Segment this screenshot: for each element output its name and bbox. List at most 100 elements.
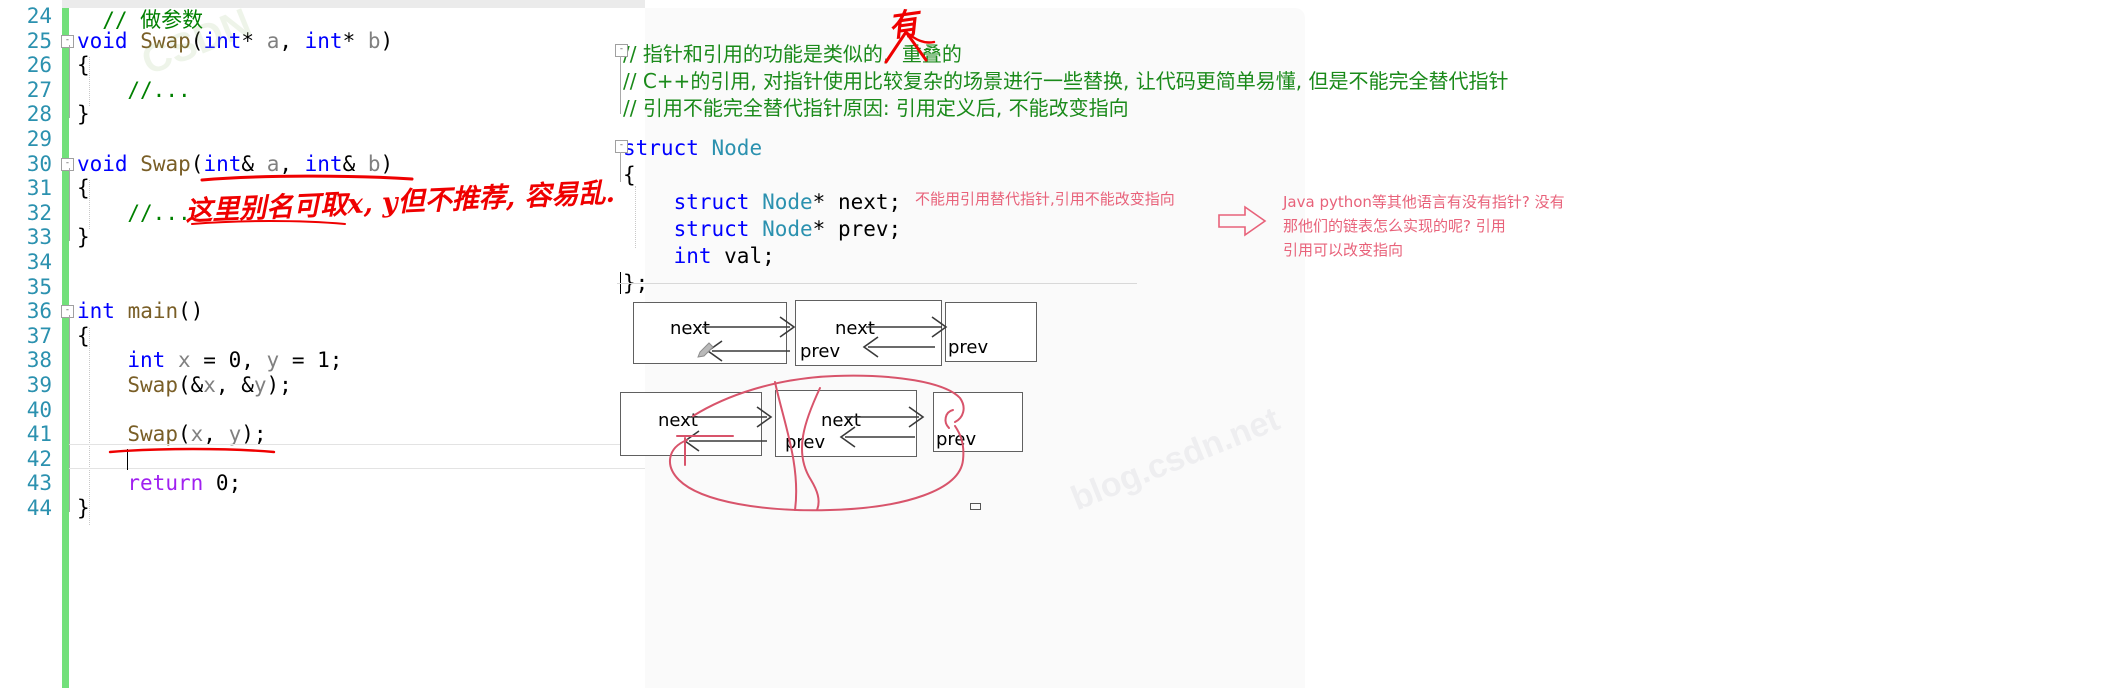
red-annotation-line-2: 那他们的链表怎么实现的呢? 引用 <box>1283 217 1506 235</box>
code-token: } <box>77 496 90 520</box>
line-number: 42 <box>26 446 52 471</box>
indent-guide <box>89 180 90 230</box>
code-token: void <box>77 151 141 176</box>
code-line[interactable]: Swap(&x, &y); <box>127 373 291 397</box>
handwritten-note-you: 有 <box>886 6 921 45</box>
code-token: { <box>623 163 636 187</box>
code-token: y <box>266 348 280 373</box>
code-line[interactable]: { <box>77 176 90 200</box>
fold-toggle-struct[interactable]: - <box>615 140 628 153</box>
code-line[interactable]: //... <box>127 78 190 102</box>
code-token: a <box>266 28 280 53</box>
code-token: void <box>77 28 141 53</box>
code-token: = <box>190 348 229 373</box>
code-token: //... <box>127 77 191 102</box>
code-text-area[interactable]: // 做参数 void Swap(int* a, int* b) -{//...} v… <box>61 0 645 688</box>
code-line[interactable]: //... <box>127 201 190 225</box>
scope-guide-comments <box>620 56 621 114</box>
code-line[interactable]: } <box>77 102 90 126</box>
struct-code-line: struct Node <box>623 136 762 160</box>
code-token: Node <box>762 190 813 214</box>
notes-pane[interactable]: // 指针和引用的功能是类似的, 重叠的// C++的引用, 对指针使用比较复杂… <box>615 0 2102 688</box>
line-number: 38 <box>26 348 52 373</box>
code-line[interactable]: Swap(x, y); <box>127 422 266 446</box>
code-token: Swap <box>140 28 191 53</box>
code-token: { <box>77 323 90 348</box>
line-number: 26 <box>26 53 52 78</box>
line-number: 28 <box>26 102 52 127</box>
code-token: Swap <box>140 151 191 176</box>
code-token: //... <box>127 200 191 225</box>
code-token: x <box>190 422 204 447</box>
fold-toggle[interactable]: - <box>61 157 74 171</box>
line-number: 25 <box>26 28 52 53</box>
code-token: struct <box>673 217 750 241</box>
code-token: val; <box>711 244 775 268</box>
code-token: b <box>367 28 381 53</box>
code-line[interactable]: } <box>77 496 90 520</box>
scope-guide <box>69 167 70 242</box>
code-token: * <box>342 28 368 53</box>
change-indicator-bar <box>62 8 69 688</box>
code-token: Node <box>711 136 763 160</box>
indent-guide <box>89 327 90 525</box>
node-label-top-next-1: next <box>670 318 710 339</box>
code-token: ); <box>241 422 267 447</box>
code-token: ); <box>266 373 292 397</box>
code-token: , <box>279 151 305 176</box>
code-line[interactable]: void Swap(int& a, int& b) <box>77 152 393 176</box>
note-comment-line: // C++的引用, 对指针使用比较复杂的场景进行一些替换, 让代码更简单易懂,… <box>623 69 1509 93</box>
line-number: 27 <box>26 77 52 102</box>
code-token: x <box>203 373 216 397</box>
node-label-top-next-2: next <box>835 318 875 339</box>
code-token: , <box>241 348 267 373</box>
struct-code-line: struct Node* prev; <box>623 217 902 241</box>
fold-toggle[interactable]: - <box>61 34 74 48</box>
code-line[interactable]: return 0; <box>127 471 241 495</box>
code-line[interactable]: int main() <box>77 299 203 323</box>
code-line[interactable]: } <box>77 225 90 249</box>
line-number: 44 <box>26 496 52 520</box>
code-token: Swap <box>127 422 178 447</box>
node-box-top-1 <box>633 302 787 364</box>
code-line[interactable]: { <box>77 53 90 77</box>
code-token: , <box>203 422 229 447</box>
code-token: ( <box>190 28 204 53</box>
red-annotation-line-1: Java python等其他语言有没有指针? 没有 <box>1283 193 1565 211</box>
code-token: ) <box>380 151 394 176</box>
code-token: (& <box>177 373 204 397</box>
code-token: & <box>241 151 267 176</box>
line-number: 24 <box>26 4 52 28</box>
code-token: main <box>127 299 179 324</box>
code-token: ; <box>329 348 343 373</box>
code-line[interactable]: void Swap(int* a, int* b) <box>77 29 393 53</box>
line-number: 41 <box>26 422 52 447</box>
line-number: 33 <box>26 225 52 250</box>
code-line[interactable]: int x = 0, y = 1; <box>127 348 342 372</box>
section-divider <box>617 283 1137 284</box>
current-line-highlight-bottom <box>69 468 645 470</box>
diagram-marker-square <box>970 503 981 510</box>
node-label-bot-prev-2: prev <box>936 429 977 450</box>
line-number: 30 <box>26 151 52 176</box>
code-token: = <box>279 348 318 373</box>
line-number: 37 <box>26 323 52 348</box>
struct-code-line: int val; <box>623 244 775 268</box>
code-token: * prev; <box>812 217 902 241</box>
line-number-gutter[interactable]: 24 25 26 27 28 29 30 31 32 33 34 35 36 37 38 39 40 41 42 43… <box>0 0 62 688</box>
code-token: int <box>203 28 242 53</box>
fold-toggle[interactable]: - <box>61 305 74 319</box>
code-line[interactable]: { <box>77 324 90 348</box>
code-token: int <box>127 348 178 373</box>
code-token: Swap <box>127 373 178 397</box>
line-number: 31 <box>26 176 52 201</box>
fold-toggle-comments[interactable]: - <box>615 44 628 57</box>
code-token: 0 <box>215 471 229 496</box>
code-token: * <box>241 28 267 53</box>
code-token: ( <box>190 151 204 176</box>
struct-code-line: { <box>623 163 636 187</box>
red-annotation-line-3: 引用可以改变指向 <box>1283 241 1404 259</box>
code-editor-pane[interactable]: 24 25 26 27 28 29 30 31 32 33 34 35 36 37 38 39 40 41 42 43… <box>0 0 645 688</box>
